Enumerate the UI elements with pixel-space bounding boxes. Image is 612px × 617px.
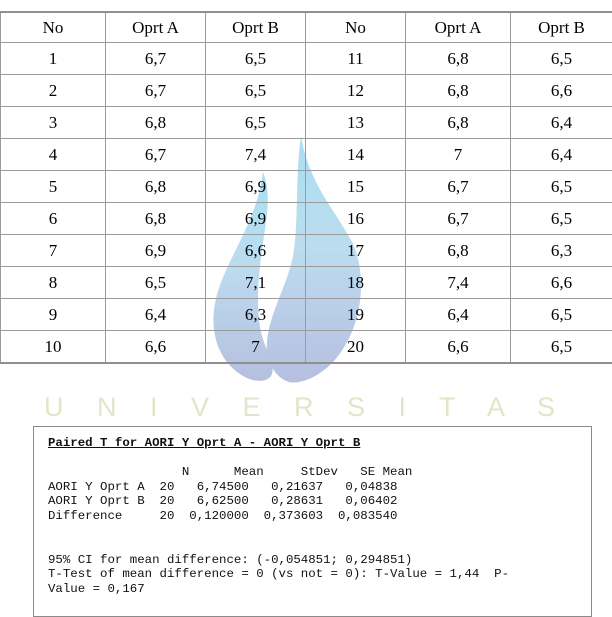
stats-confidence-interval-line: 95% CI for mean difference: (-0,054851; … [48,552,413,567]
cell-no-left: 6 [0,202,106,235]
cell-oprt-b-right: 6,6 [510,74,612,107]
paired-t-test-output-box: Paired T for AORI Y Oprt A - AORI Y Oprt… [33,426,592,617]
cell-no-left: 8 [0,266,106,299]
cell-no-left: 9 [0,298,106,331]
table-row: 2 6,7 6,5 12 6,8 6,6 [0,74,612,107]
cell-no-right: 17 [305,234,406,267]
column-header-no-left: No [0,11,106,43]
cell-oprt-b-left: 6,6 [205,234,306,267]
cell-oprt-b-left: 7,4 [205,138,306,171]
column-header-oprt-a-left: Oprt A [105,11,206,43]
cell-oprt-a-left: 6,8 [105,106,206,139]
table-row: 4 6,7 7,4 14 7 6,4 [0,138,612,171]
cell-oprt-b-left: 6,9 [205,202,306,235]
cell-no-right: 18 [305,266,406,299]
cell-oprt-b-right: 6,5 [510,202,612,235]
paired-t-test-output-text: Paired T for AORI Y Oprt A - AORI Y Oprt… [34,436,591,597]
cell-oprt-a-left: 6,4 [105,298,206,331]
cell-no-right: 11 [305,42,406,75]
measurements-table-container: No Oprt A Oprt B No Oprt A Oprt B 1 6,7 … [0,11,612,364]
cell-oprt-b-right: 6,5 [510,42,612,75]
cell-oprt-a-right: 6,8 [405,42,511,75]
cell-oprt-a-right: 6,8 [405,106,511,139]
cell-oprt-a-right: 7 [405,138,511,171]
table-row: 10 6,6 7 20 6,6 6,5 [0,330,612,364]
cell-no-left: 5 [0,170,106,203]
cell-oprt-b-right: 6,5 [510,170,612,203]
stats-row-oprt-b: AORI Y Oprt B 20 6,62500 0,28631 0,06402 [48,494,398,509]
cell-no-left: 3 [0,106,106,139]
stats-spacer [48,524,591,539]
cell-no-left: 4 [0,138,106,171]
stats-row-oprt-a: AORI Y Oprt A 20 6,74500 0,21637 0,04838 [48,479,398,494]
table-row: 6 6,8 6,9 16 6,7 6,5 [0,202,612,235]
column-header-no-right: No [305,11,406,43]
cell-no-right: 12 [305,74,406,107]
cell-oprt-b-right: 6,4 [510,138,612,171]
cell-no-right: 19 [305,298,406,331]
table-row: 5 6,8 6,9 15 6,7 6,5 [0,170,612,203]
cell-no-right: 16 [305,202,406,235]
cell-oprt-b-left: 6,9 [205,170,306,203]
table-row: 7 6,9 6,6 17 6,8 6,3 [0,234,612,267]
cell-oprt-a-right: 6,7 [405,202,511,235]
cell-oprt-a-left: 6,8 [105,170,206,203]
stats-row-difference: Difference 20 0,120000 0,373603 0,083540 [48,508,398,523]
cell-no-right: 15 [305,170,406,203]
cell-oprt-a-left: 6,8 [105,202,206,235]
stats-ttest-line: T-Test of mean difference = 0 (vs not = … [48,567,510,582]
cell-oprt-a-left: 6,7 [105,138,206,171]
paired-t-test-title: Paired T for AORI Y Oprt A - AORI Y Oprt… [48,436,361,450]
cell-oprt-a-right: 7,4 [405,266,511,299]
cell-oprt-b-right: 6,3 [510,234,612,267]
cell-oprt-a-left: 6,9 [105,234,206,267]
cell-oprt-b-right: 6,5 [510,298,612,331]
cell-no-left: 7 [0,234,106,267]
table-row: 8 6,5 7,1 18 7,4 6,6 [0,266,612,299]
table-row: 1 6,7 6,5 11 6,8 6,5 [0,42,612,75]
column-header-oprt-b-left: Oprt B [205,11,306,43]
column-header-oprt-a-right: Oprt A [405,11,511,43]
cell-oprt-b-right: 6,5 [510,330,612,364]
cell-oprt-a-right: 6,8 [405,234,511,267]
cell-no-right: 14 [305,138,406,171]
column-header-oprt-b-right: Oprt B [510,11,612,43]
cell-no-left: 2 [0,74,106,107]
cell-oprt-a-left: 6,7 [105,74,206,107]
table-row: 3 6,8 6,5 13 6,8 6,4 [0,106,612,139]
cell-oprt-a-right: 6,6 [405,330,511,364]
table-header-row: No Oprt A Oprt B No Oprt A Oprt B [0,11,612,43]
cell-oprt-b-left: 6,5 [205,42,306,75]
cell-oprt-a-left: 6,6 [105,330,206,364]
cell-oprt-b-right: 6,6 [510,266,612,299]
stats-spacer [48,538,591,553]
stats-column-header-line: N Mean StDev SE Mean [48,465,413,480]
cell-oprt-a-right: 6,8 [405,74,511,107]
cell-no-left: 10 [0,330,106,364]
cell-no-left: 1 [0,42,106,75]
cell-oprt-a-left: 6,5 [105,266,206,299]
cell-oprt-a-right: 6,7 [405,170,511,203]
stats-ttest-line-continuation: Value = 0,167 [48,581,145,596]
watermark-text: U N I V E R S I T A S [43,392,569,422]
measurements-table: No Oprt A Oprt B No Oprt A Oprt B 1 6,7 … [0,11,612,364]
cell-oprt-b-right: 6,4 [510,106,612,139]
cell-oprt-a-right: 6,4 [405,298,511,331]
table-row: 9 6,4 6,3 19 6,4 6,5 [0,298,612,331]
cell-oprt-b-left: 6,5 [205,74,306,107]
cell-oprt-b-left: 6,3 [205,298,306,331]
cell-no-right: 13 [305,106,406,139]
cell-oprt-a-left: 6,7 [105,42,206,75]
cell-no-right: 20 [305,330,406,364]
cell-oprt-b-left: 6,5 [205,106,306,139]
cell-oprt-b-left: 7,1 [205,266,306,299]
cell-oprt-b-left: 7 [205,330,306,364]
